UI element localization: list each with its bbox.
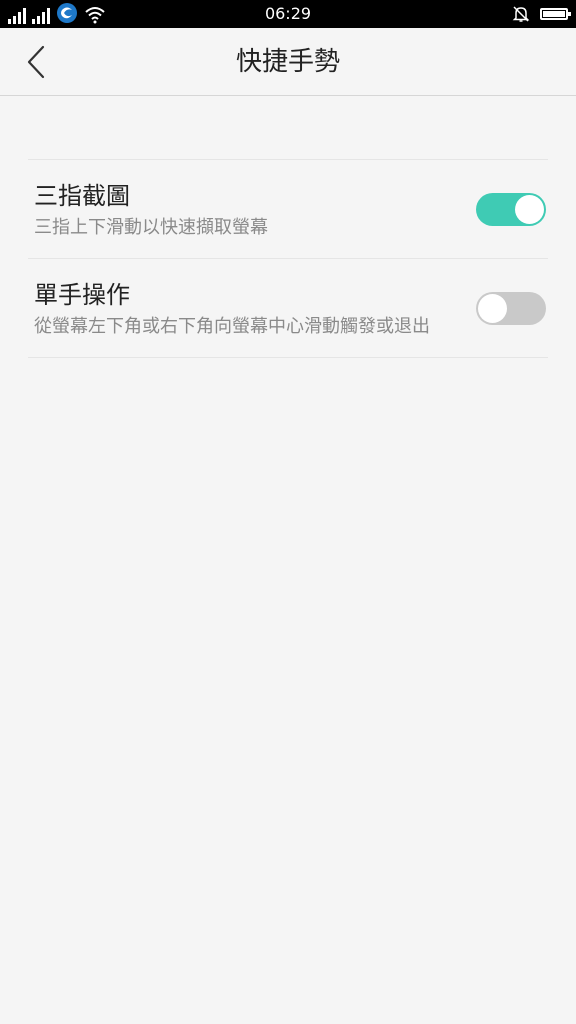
toggle-knob <box>515 195 544 224</box>
page-title: 快捷手勢 <box>235 47 340 77</box>
status-right-icons <box>512 4 571 24</box>
toggle-knob <box>478 294 507 323</box>
setting-title: 三指截圖 <box>34 182 130 210</box>
setting-description: 三指上下滑動以快速擷取螢幕 <box>34 217 268 238</box>
setting-row-three-finger-screenshot[interactable]: 三指截圖 三指上下滑動以快速擷取螢幕 <box>28 160 548 259</box>
app-bar: 快捷手勢 <box>0 28 576 96</box>
status-bar: 06:29 <box>0 0 576 28</box>
setting-title: 單手操作 <box>34 281 130 309</box>
gesture-settings-list: 三指截圖 三指上下滑動以快速擷取螢幕 單手操作 從螢幕左下角或右下角向螢幕中心滑… <box>28 159 548 358</box>
setting-row-one-hand-mode[interactable]: 單手操作 從螢幕左下角或右下角向螢幕中心滑動觸發或退出 <box>28 259 548 358</box>
status-time: 06:29 <box>264 4 312 23</box>
setting-description: 從螢幕左下角或右下角向螢幕中心滑動觸發或退出 <box>34 316 430 337</box>
mute-bell-icon <box>512 6 530 22</box>
three-finger-screenshot-toggle[interactable] <box>476 193 546 226</box>
one-hand-mode-toggle[interactable] <box>476 292 546 325</box>
battery-level <box>543 11 565 17</box>
battery-icon <box>540 8 571 20</box>
